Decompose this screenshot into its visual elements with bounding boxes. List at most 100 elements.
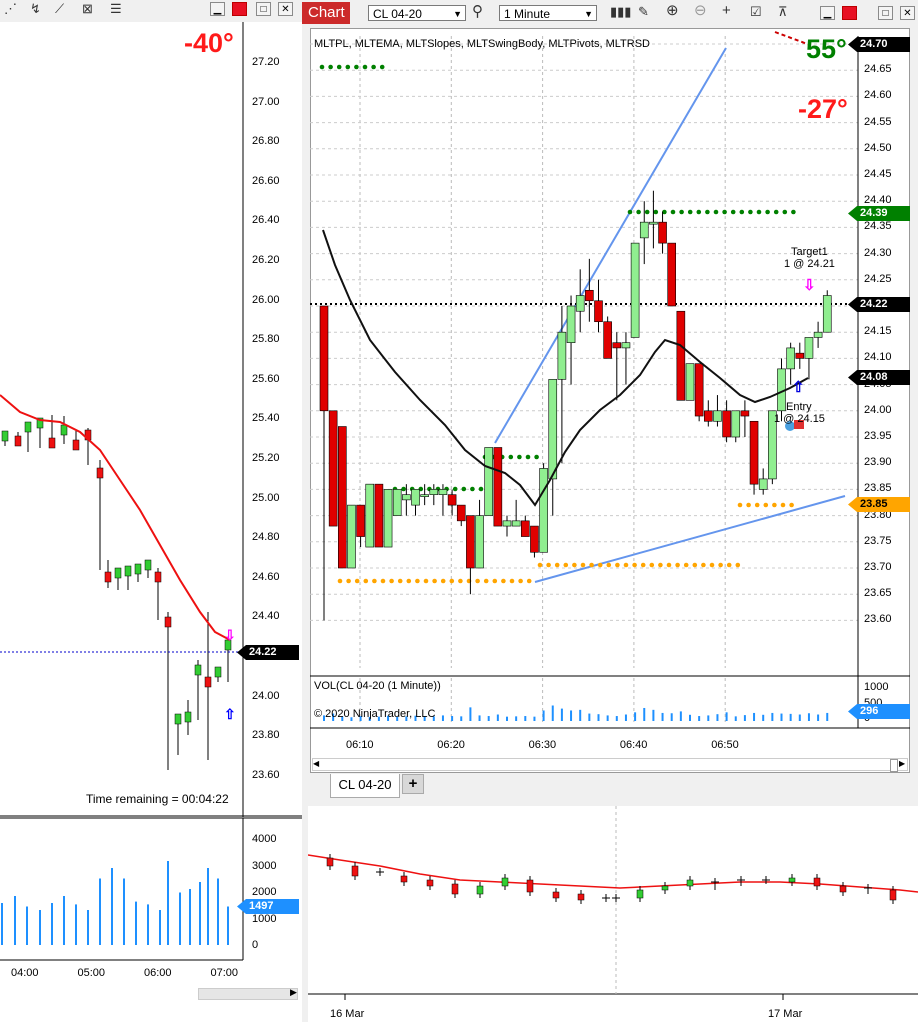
candle-body <box>621 342 631 349</box>
left-scroll-arrow-icon[interactable]: ▶ <box>290 987 297 998</box>
left-toolbar: ⋰ ↯ ⟋ ⊠ ☰ ▁ □ ✕ <box>0 0 302 22</box>
volume-panel-label: VOL(CL 04-20 (1 Minute)) <box>314 680 441 692</box>
pivot-dot <box>640 562 646 568</box>
indicators-label: MLTPL, MLTEMA, MLTSlopes, MLTSwingBody, … <box>314 38 650 50</box>
candle-body <box>466 515 475 569</box>
pivot-dot <box>362 64 368 70</box>
tick-label: 25.60 <box>252 372 280 385</box>
pivot-dot <box>679 209 684 215</box>
candle-body <box>493 447 503 527</box>
properties-icon[interactable]: ☰ <box>110 0 122 18</box>
left-price-label: 24.22 <box>237 645 299 660</box>
tick-label: 27.20 <box>252 56 280 68</box>
daily-candle <box>889 889 897 901</box>
candle-body <box>649 221 658 225</box>
pivot-dot <box>563 562 569 568</box>
tick-label: 27.00 <box>252 95 280 108</box>
left-target-arrow: ⇩ <box>224 627 236 643</box>
candles <box>319 190 832 621</box>
candle-body <box>795 352 805 359</box>
price-label-green: 24.39 <box>848 206 910 221</box>
daily-candle <box>400 875 408 883</box>
pivot-dot <box>397 578 403 584</box>
pivot-dot <box>483 578 489 584</box>
close-button[interactable] <box>232 2 247 16</box>
candle-body <box>374 483 384 548</box>
pivot-green-top <box>319 64 385 70</box>
pivot-dot <box>658 562 663 568</box>
pivot-dot <box>627 209 633 215</box>
tick-label: 23.95 <box>864 430 892 442</box>
pivot-dot <box>780 502 786 508</box>
candle-body <box>48 437 56 449</box>
candle-body <box>639 221 649 239</box>
restore-button[interactable]: □ <box>256 2 271 16</box>
pivot-dot <box>372 578 377 584</box>
tick-label: 4000 <box>252 833 277 845</box>
pivot-dot <box>722 209 727 215</box>
candle-body <box>124 565 132 577</box>
price-label-orange: 23.85 <box>848 497 910 512</box>
tick-label: 06:30 <box>528 739 557 751</box>
tick-label: 0 <box>252 939 259 951</box>
tick-label: 26.00 <box>252 293 280 306</box>
main-chart-window: Chart CL 04-20 ▼ ⚲ 1 Minute ▼ ▮▮▮ ✎ ⊕ ⊖ + … <box>302 0 918 804</box>
price-label-black: 24.08 <box>848 370 910 385</box>
instrument-tab[interactable]: CL 04-20 <box>330 774 400 798</box>
pivot-dot <box>537 562 543 568</box>
pivot-dot <box>791 209 796 215</box>
pivot-dot <box>754 502 760 508</box>
pivot-dot <box>336 64 342 70</box>
candle-body <box>594 300 603 323</box>
candle-body <box>104 571 112 583</box>
pivot-dot <box>475 578 480 584</box>
candle-body <box>429 489 439 495</box>
close-x-button[interactable]: ✕ <box>278 2 293 16</box>
candle-body <box>749 420 759 485</box>
candle-body <box>392 489 402 516</box>
tick-label: 25.00 <box>252 491 280 504</box>
daily-candle <box>326 857 334 867</box>
tick-label: 23.90 <box>864 456 892 469</box>
candle-body <box>603 321 612 359</box>
price-label-top: 24.70 <box>848 37 910 52</box>
pivot-dot <box>449 578 455 584</box>
pivot-dot <box>452 486 458 492</box>
tick-label: 23.60 <box>252 768 280 781</box>
daily-candle <box>552 891 560 899</box>
pivot-dot <box>337 578 343 584</box>
pivot-dot <box>525 454 531 460</box>
scroll-left-icon[interactable]: ◀ <box>313 759 319 768</box>
cursor-icon[interactable]: ⋰ <box>4 0 17 18</box>
candle-body <box>337 426 347 569</box>
candle-body <box>402 494 411 501</box>
candle-body <box>822 295 832 333</box>
grid <box>310 36 910 729</box>
tick-label: 23.80 <box>252 729 280 742</box>
pivot-dot <box>718 562 723 568</box>
left-scrollbar[interactable] <box>198 988 298 1000</box>
tick-label: 04:00 <box>11 967 39 979</box>
pivot-dot <box>554 562 560 568</box>
left-price-chart: ⇩ ⇧ <box>0 22 302 961</box>
indicator-icon[interactable]: ⟋ <box>55 0 64 18</box>
minimize-button[interactable]: ▁ <box>210 2 225 16</box>
drawing-tool-icon[interactable]: ↯ <box>30 0 41 18</box>
strategy-icon[interactable]: ⊠ <box>82 0 93 18</box>
add-tab-button[interactable]: + <box>402 774 424 794</box>
tick-label: 26.80 <box>252 135 280 148</box>
daily-candle <box>501 877 509 887</box>
tick-label: 25.80 <box>252 333 280 346</box>
candle-body <box>658 221 667 244</box>
candle-body <box>174 713 182 725</box>
pivot-dot <box>773 209 779 215</box>
tick-label: 23.70 <box>864 561 892 573</box>
main-volume-label: 296 <box>848 704 910 719</box>
horizontal-scrollbar[interactable] <box>312 758 908 771</box>
pivot-dot <box>709 562 715 568</box>
scroll-thumb[interactable] <box>890 759 898 772</box>
candle-body <box>585 289 594 302</box>
pivot-dot <box>406 578 412 584</box>
scroll-right-icon[interactable]: ▶ <box>899 759 905 768</box>
pivot-dot <box>756 209 762 215</box>
